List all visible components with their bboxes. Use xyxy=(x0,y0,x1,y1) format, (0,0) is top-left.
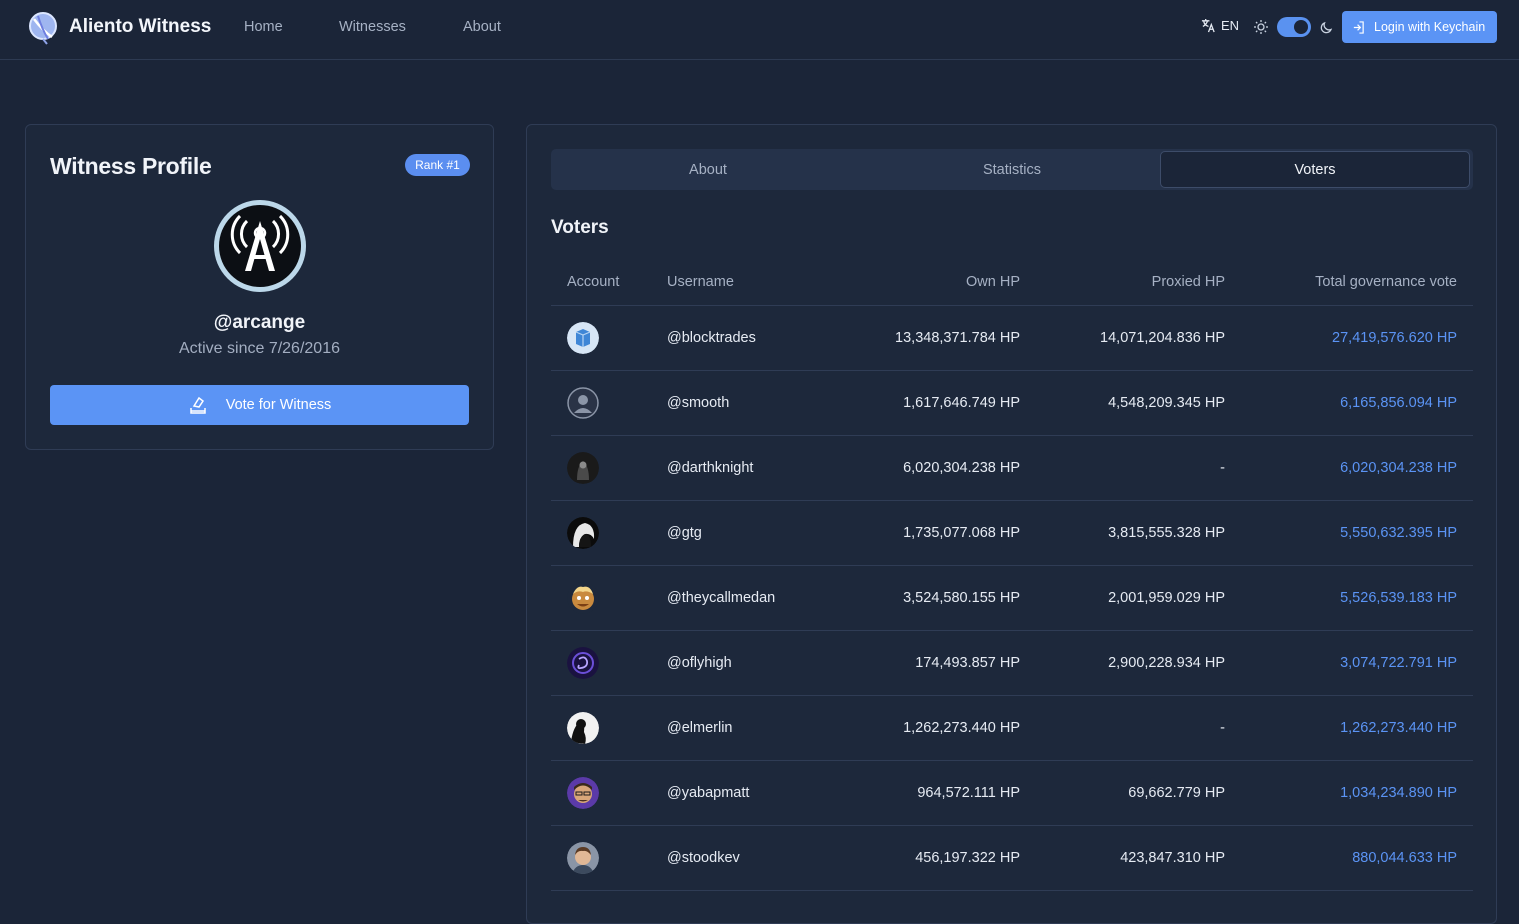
voters-table: Account Username Own HP Proxied HP Total… xyxy=(551,261,1473,891)
nav-about[interactable]: About xyxy=(463,19,501,35)
voter-username[interactable]: @smooth xyxy=(667,395,729,411)
voter-username[interactable]: @darthknight xyxy=(667,460,753,476)
table-row: @smooth 1,617,646.749 HP 4,548,209.345 H… xyxy=(551,371,1473,436)
moon-icon xyxy=(1320,21,1333,34)
rank-badge: Rank #1 xyxy=(405,154,470,176)
login-keychain-button[interactable]: Login with Keychain xyxy=(1342,11,1497,43)
voter-own-hp: 964,572.111 HP xyxy=(917,785,1020,801)
voter-username[interactable]: @gtg xyxy=(667,525,702,541)
table-row: @theycallmedan 3,524,580.155 HP 2,001,95… xyxy=(551,566,1473,631)
voter-total-vote[interactable]: 1,262,273.440 HP xyxy=(1340,720,1457,736)
witness-avatar xyxy=(214,200,306,292)
avatar-stoodkev[interactable] xyxy=(567,842,599,874)
witness-profile-card: Witness Profile Rank #1 @arcange Active … xyxy=(25,124,494,450)
avatar-darthknight[interactable] xyxy=(567,452,599,484)
table-row: @yabapmatt 964,572.111 HP 69,662.779 HP … xyxy=(551,761,1473,826)
toggle-knob xyxy=(1294,20,1308,34)
top-header: Aliento Witness Home Witnesses About EN … xyxy=(0,0,1519,60)
voter-username[interactable]: @stoodkev xyxy=(667,850,740,866)
translate-icon xyxy=(1201,18,1215,33)
login-label: Login with Keychain xyxy=(1374,20,1486,34)
voter-own-hp: 1,617,646.749 HP xyxy=(903,395,1020,411)
profile-title: Witness Profile xyxy=(50,153,212,179)
table-row: @elmerlin 1,262,273.440 HP - 1,262,273.4… xyxy=(551,696,1473,761)
avatar-gtg[interactable] xyxy=(567,517,599,549)
sun-icon xyxy=(1254,20,1268,34)
voter-proxied-hp: - xyxy=(1220,460,1225,476)
voter-total-vote[interactable]: 6,165,856.094 HP xyxy=(1340,395,1457,411)
voter-proxied-hp: 69,662.779 HP xyxy=(1128,785,1225,801)
voter-total-vote[interactable]: 6,020,304.238 HP xyxy=(1340,460,1457,476)
voter-total-vote[interactable]: 1,034,234.890 HP xyxy=(1340,785,1457,801)
col-account: Account xyxy=(567,274,620,290)
voter-total-vote[interactable]: 27,419,576.620 HP xyxy=(1332,330,1457,346)
nav-home[interactable]: Home xyxy=(244,19,283,35)
voter-total-vote[interactable]: 5,526,539.183 HP xyxy=(1340,590,1457,606)
voter-own-hp: 1,735,077.068 HP xyxy=(903,525,1020,541)
col-own-hp: Own HP xyxy=(966,274,1020,290)
active-since: Active since 7/26/2016 xyxy=(179,340,340,357)
voter-username[interactable]: @yabapmatt xyxy=(667,785,749,801)
avatar-yabapmatt[interactable] xyxy=(567,777,599,809)
tab-about[interactable]: About xyxy=(553,151,863,188)
voter-proxied-hp: 423,847.310 HP xyxy=(1120,850,1225,866)
witness-username: @arcange xyxy=(213,312,306,333)
nav-witnesses[interactable]: Witnesses xyxy=(339,19,406,35)
aliento-logo-icon[interactable] xyxy=(28,11,58,45)
table-row: @darthknight 6,020,304.238 HP - 6,020,30… xyxy=(551,436,1473,501)
vote-button-label: Vote for Witness xyxy=(225,397,332,413)
witness-details-card: About Statistics Voters Voters Account U… xyxy=(526,124,1497,924)
login-icon xyxy=(1353,20,1364,34)
ballot-icon xyxy=(189,396,206,414)
tab-statistics[interactable]: Statistics xyxy=(857,151,1167,188)
col-username: Username xyxy=(667,274,734,290)
voter-own-hp: 174,493.857 HP xyxy=(915,655,1020,671)
brand-name[interactable]: Aliento Witness xyxy=(69,16,211,38)
table-row: @blocktrades 13,348,371.784 HP 14,071,20… xyxy=(551,306,1473,371)
col-total-vote: Total governance vote xyxy=(1315,274,1457,290)
voter-own-hp: 1,262,273.440 HP xyxy=(903,720,1020,736)
language-label: EN xyxy=(1221,18,1240,33)
voter-proxied-hp: 4,548,209.345 HP xyxy=(1108,395,1225,411)
tab-voters[interactable]: Voters xyxy=(1160,151,1470,188)
table-row: @gtg 1,735,077.068 HP 3,815,555.328 HP 5… xyxy=(551,501,1473,566)
language-selector[interactable]: EN xyxy=(1201,18,1239,33)
voter-username[interactable]: @theycallmedan xyxy=(667,590,775,606)
voter-proxied-hp: 3,815,555.328 HP xyxy=(1108,525,1225,541)
table-row: @stoodkev 456,197.322 HP 423,847.310 HP … xyxy=(551,826,1473,891)
avatar-oflyhigh[interactable] xyxy=(567,647,599,679)
voter-proxied-hp: - xyxy=(1220,720,1225,736)
voter-proxied-hp: 2,900,228.934 HP xyxy=(1108,655,1225,671)
avatar-elmerlin[interactable] xyxy=(567,712,599,744)
avatar-smooth[interactable] xyxy=(567,387,599,419)
voter-own-hp: 3,524,580.155 HP xyxy=(903,590,1020,606)
tab-bar: About Statistics Voters xyxy=(551,149,1473,190)
theme-toggle[interactable] xyxy=(1277,17,1311,37)
voter-own-hp: 13,348,371.784 HP xyxy=(895,330,1020,346)
voter-total-vote[interactable]: 880,044.633 HP xyxy=(1352,850,1457,866)
voter-total-vote[interactable]: 5,550,632.395 HP xyxy=(1340,525,1457,541)
vote-for-witness-button[interactable]: Vote for Witness xyxy=(50,385,469,425)
voter-username[interactable]: @oflyhigh xyxy=(667,655,732,671)
voter-proxied-hp: 14,071,204.836 HP xyxy=(1100,330,1225,346)
table-header: Account Username Own HP Proxied HP Total… xyxy=(551,261,1473,306)
table-row: @oflyhigh 174,493.857 HP 2,900,228.934 H… xyxy=(551,631,1473,696)
voter-username[interactable]: @elmerlin xyxy=(667,720,732,736)
col-proxied-hp: Proxied HP xyxy=(1151,274,1225,290)
voter-own-hp: 456,197.322 HP xyxy=(915,850,1020,866)
voter-own-hp: 6,020,304.238 HP xyxy=(903,460,1020,476)
voters-heading: Voters xyxy=(551,217,609,238)
voter-proxied-hp: 2,001,959.029 HP xyxy=(1108,590,1225,606)
voter-username[interactable]: @blocktrades xyxy=(667,330,756,346)
voter-total-vote[interactable]: 3,074,722.791 HP xyxy=(1340,655,1457,671)
avatar-theycallmedan[interactable] xyxy=(567,582,599,614)
avatar-blocktrades[interactable] xyxy=(567,322,599,354)
